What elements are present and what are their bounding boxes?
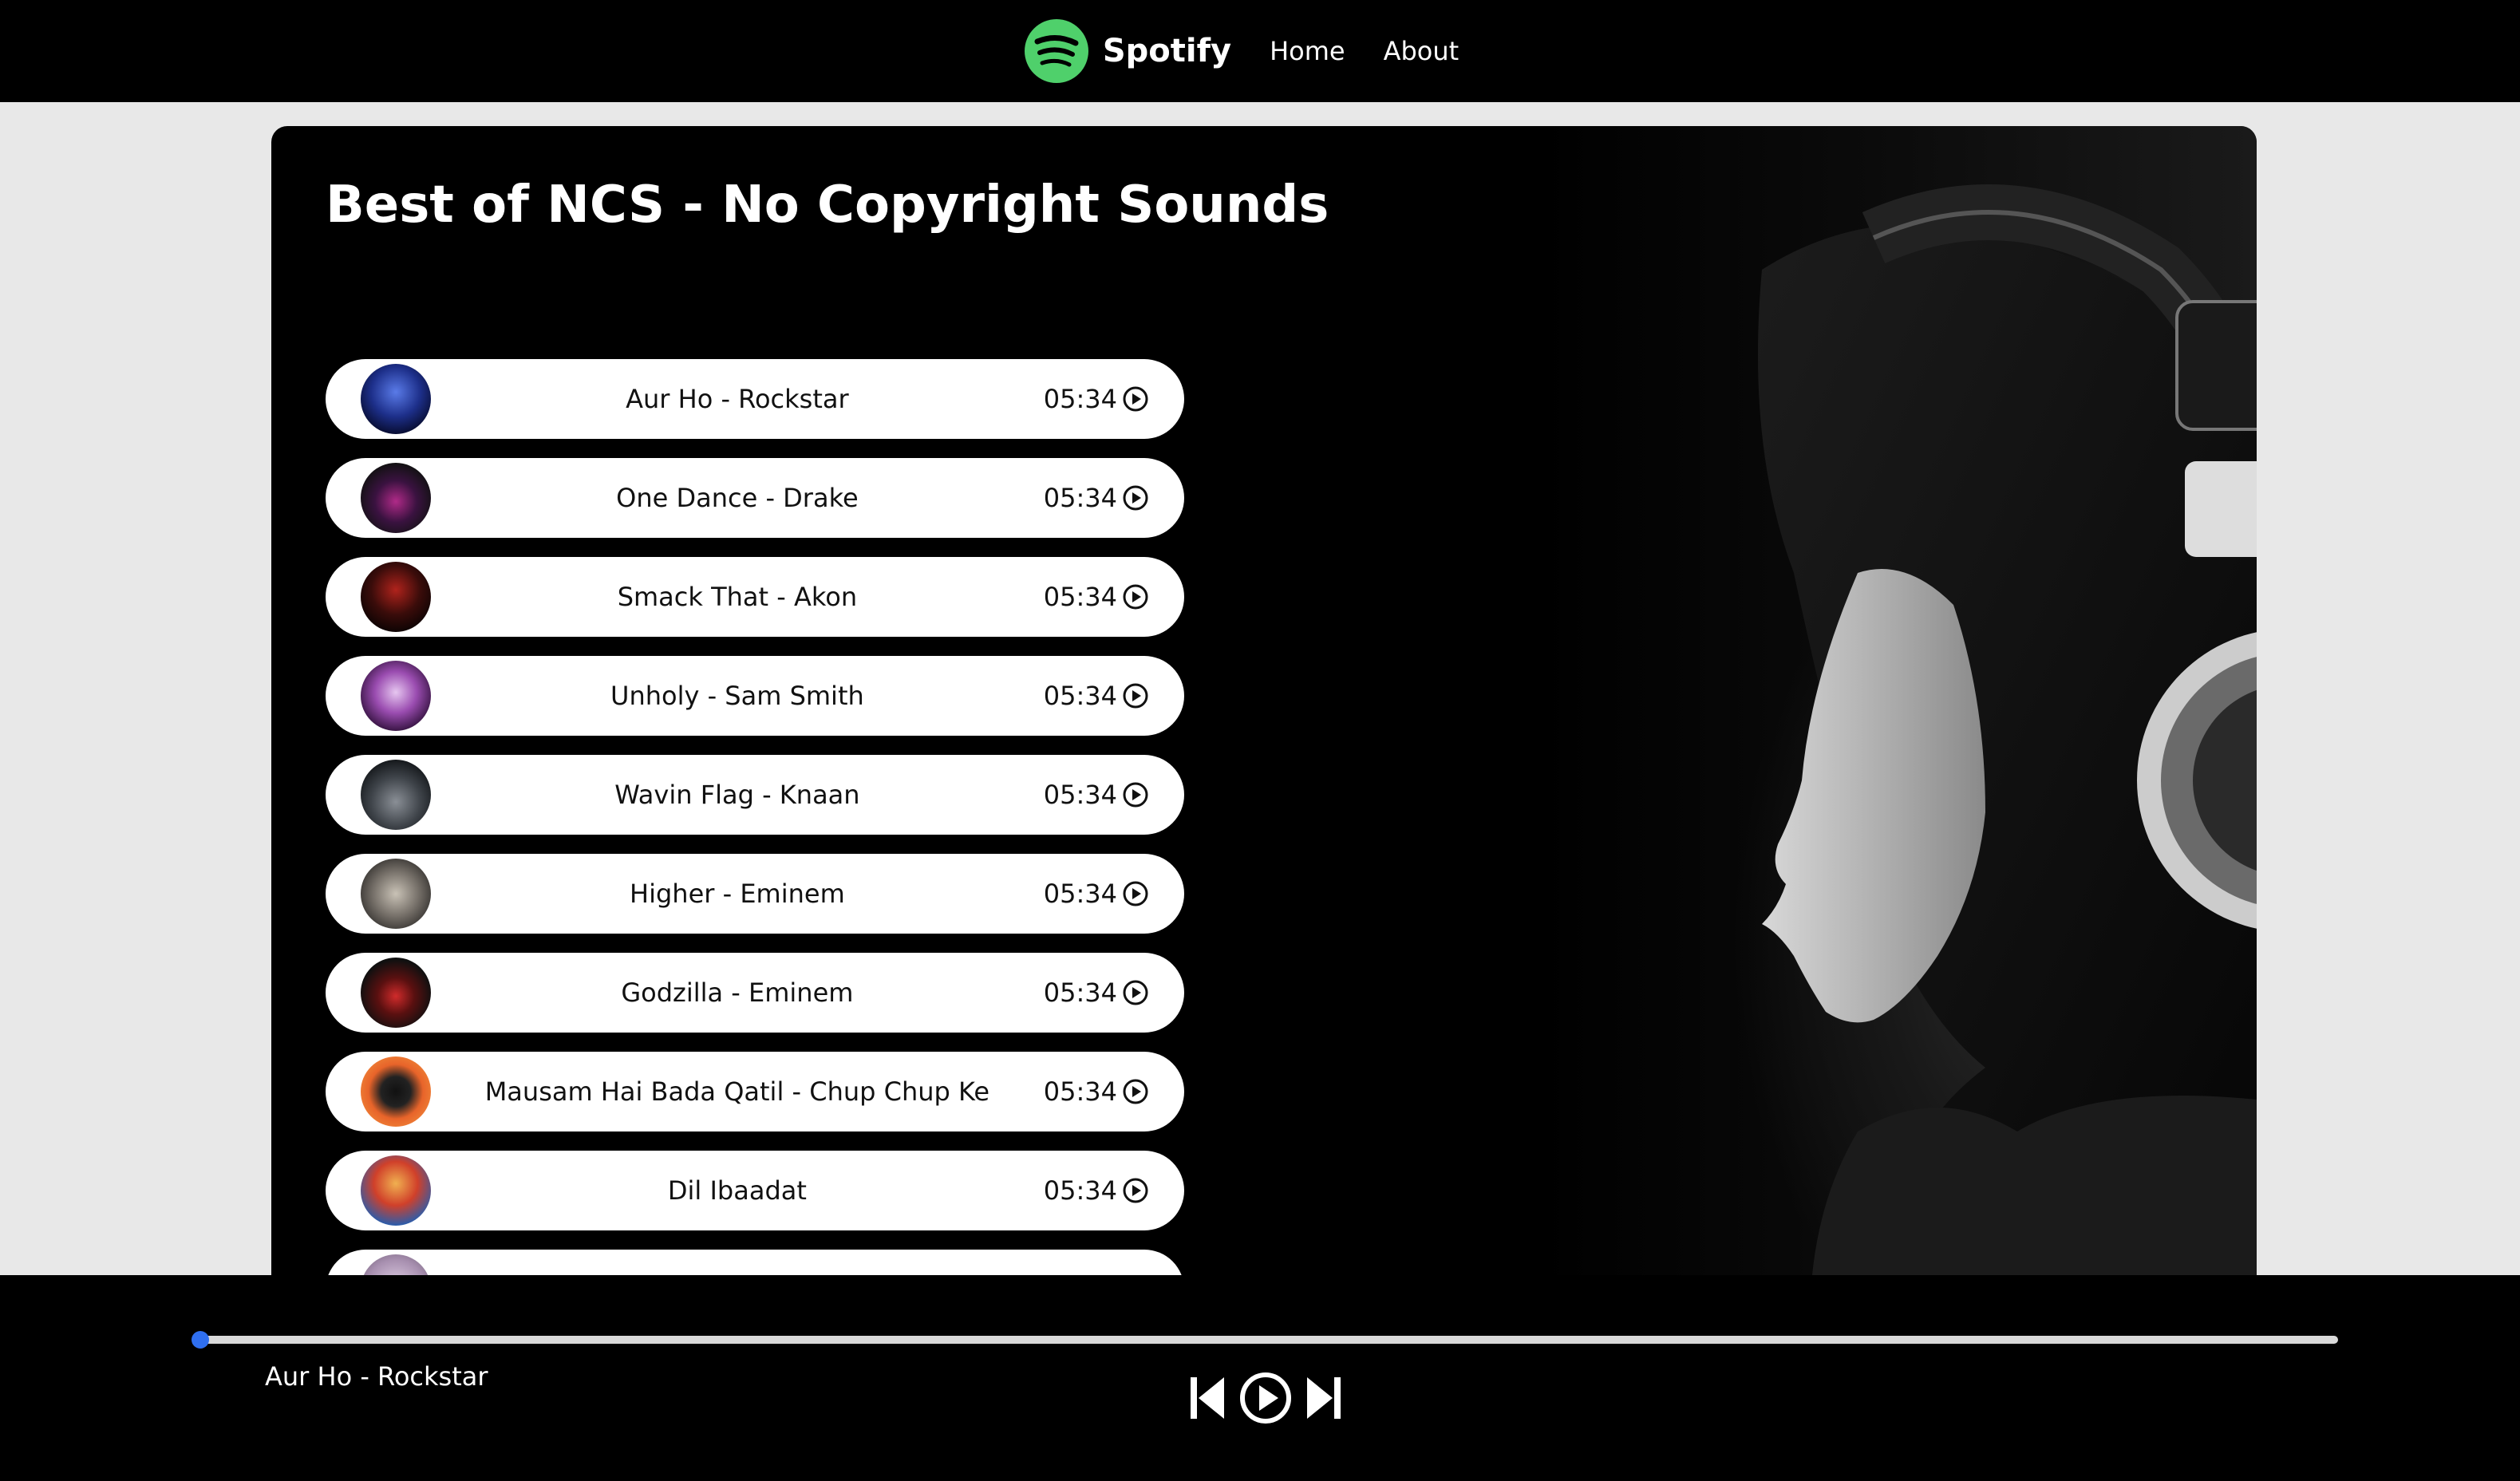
player-controls: [1189, 1371, 1342, 1425]
play-circle-icon[interactable]: [1122, 1177, 1149, 1204]
song-duration[interactable]: 05:34: [1044, 1175, 1149, 1206]
play-circle-icon[interactable]: [1122, 781, 1149, 808]
player-bar: Aur Ho - Rockstar: [0, 1275, 2520, 1481]
song-item[interactable]: One Dance - Drake 05:34: [326, 458, 1184, 538]
duration-text: 05:34: [1043, 780, 1117, 810]
hero-image: [1299, 126, 2257, 1323]
play-icon[interactable]: [1238, 1371, 1293, 1425]
song-cover: [361, 958, 431, 1028]
song-name: Smack That - Akon: [617, 582, 858, 612]
duration-text: 05:34: [1043, 582, 1117, 612]
duration-text: 05:34: [1043, 681, 1117, 711]
progress-slider[interactable]: [192, 1331, 2338, 1349]
progress-track[interactable]: [201, 1336, 2338, 1344]
song-item[interactable]: Higher - Eminem 05:34: [326, 854, 1184, 934]
nav-link-about[interactable]: About: [1384, 36, 1459, 66]
brand-name: Spotify: [1102, 33, 1232, 69]
song-name: One Dance - Drake: [616, 483, 859, 513]
song-cover: [361, 760, 431, 830]
song-cover: [361, 562, 431, 632]
nav-link-home[interactable]: Home: [1270, 36, 1345, 66]
duration-text: 05:34: [1043, 384, 1117, 414]
duration-text: 05:34: [1043, 483, 1117, 513]
song-name: Unholy - Sam Smith: [610, 681, 864, 711]
now-playing-title: Aur Ho - Rockstar: [265, 1361, 488, 1392]
song-duration[interactable]: 05:34: [1044, 879, 1149, 909]
song-duration[interactable]: 05:34: [1044, 780, 1149, 810]
duration-text: 05:34: [1043, 1076, 1117, 1107]
song-item[interactable]: Godzilla - Eminem 05:34: [326, 953, 1184, 1033]
song-cover: [361, 463, 431, 533]
song-name: Godzilla - Eminem: [621, 977, 854, 1008]
song-item[interactable]: Aur Ho - Rockstar 05:34: [326, 359, 1184, 439]
top-navbar: Spotify Home About: [0, 0, 2520, 102]
playlist-title: Best of NCS - No Copyright Sounds: [326, 176, 1329, 235]
song-cover: [361, 1056, 431, 1127]
play-circle-icon[interactable]: [1122, 682, 1149, 709]
song-duration[interactable]: 05:34: [1044, 1076, 1149, 1107]
song-name: Wavin Flag - Knaan: [614, 780, 860, 810]
song-list: Aur Ho - Rockstar 05:34 One Dance - Drak…: [326, 359, 1184, 1323]
play-circle-icon[interactable]: [1122, 1078, 1149, 1105]
song-duration[interactable]: 05:34: [1044, 681, 1149, 711]
duration-text: 05:34: [1043, 1175, 1117, 1206]
song-duration[interactable]: 05:34: [1044, 483, 1149, 513]
previous-icon[interactable]: [1189, 1374, 1227, 1422]
song-cover: [361, 364, 431, 434]
play-circle-icon[interactable]: [1122, 880, 1149, 907]
song-item[interactable]: Mausam Hai Bada Qatil - Chup Chup Ke 05:…: [326, 1052, 1184, 1131]
play-circle-icon[interactable]: [1122, 583, 1149, 610]
song-duration[interactable]: 05:34: [1044, 384, 1149, 414]
spotify-logo-icon: [1024, 19, 1088, 83]
song-item[interactable]: Smack That - Akon 05:34: [326, 557, 1184, 637]
duration-text: 05:34: [1043, 977, 1117, 1008]
song-item[interactable]: Wavin Flag - Knaan 05:34: [326, 755, 1184, 835]
song-name: Aur Ho - Rockstar: [626, 384, 849, 414]
next-icon[interactable]: [1304, 1374, 1342, 1422]
song-cover: [361, 1155, 431, 1226]
song-duration[interactable]: 05:34: [1044, 977, 1149, 1008]
song-item[interactable]: Dil Ibaadat 05:34: [326, 1151, 1184, 1230]
play-circle-icon[interactable]: [1122, 979, 1149, 1006]
song-name: Mausam Hai Bada Qatil - Chup Chup Ke: [484, 1076, 990, 1107]
brand[interactable]: Spotify: [1023, 18, 1270, 85]
song-cover: [361, 661, 431, 731]
duration-text: 05:34: [1043, 879, 1117, 909]
song-item[interactable]: Unholy - Sam Smith 05:34: [326, 656, 1184, 736]
progress-thumb[interactable]: [192, 1331, 209, 1349]
play-circle-icon[interactable]: [1122, 385, 1149, 413]
song-name: Higher - Eminem: [630, 879, 845, 909]
song-name: Dil Ibaadat: [667, 1175, 807, 1206]
playlist-card: Best of NCS - No Copyright Sounds Aur Ho…: [271, 126, 2257, 1323]
play-circle-icon[interactable]: [1122, 484, 1149, 511]
song-cover: [361, 859, 431, 929]
song-duration[interactable]: 05:34: [1044, 582, 1149, 612]
